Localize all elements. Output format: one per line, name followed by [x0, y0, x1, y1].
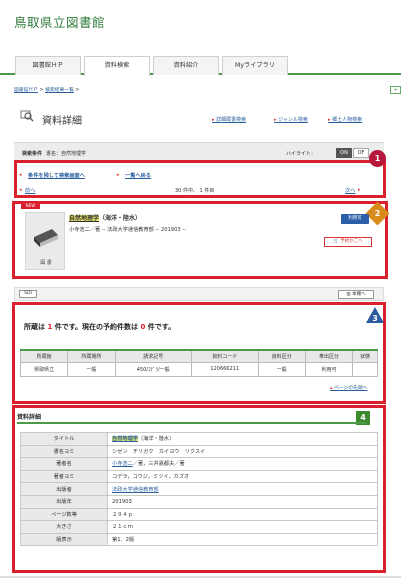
col-category: 資料区分: [257, 349, 306, 363]
detail-row-size: 大きさ ２１ｃｍ: [20, 520, 378, 534]
back-with-conditions-link[interactable]: 条件を残して検索画面へ: [28, 172, 85, 179]
breadcrumb-home[interactable]: 図書館ＨＰ: [14, 88, 38, 93]
title-link[interactable]: 自然地理学: [112, 436, 138, 443]
badge-1: 1: [369, 150, 386, 167]
condition-label: 検索条件: [22, 151, 43, 157]
holdings-summary: 所蔵は 1 件です。現在の予約件数は 0 件です。: [24, 323, 176, 331]
col-code: 資料コード: [190, 349, 259, 363]
search-condition-bar: 検索条件 書名：自然地理学 ハイライト： ON OF: [14, 142, 384, 162]
svg-text:3: 3: [372, 314, 378, 323]
expand-button[interactable]: +: [390, 86, 401, 94]
item-subline: 小寺浩二／著 -- 法政大学通信教育部 -- 201903 --: [69, 227, 187, 233]
detail-row-edition: 版表示 第1．2版: [20, 532, 378, 547]
media-type-label: 図 書: [40, 260, 52, 266]
col-status: 状態: [352, 349, 378, 363]
result-count: 30 件中、 1 件目: [175, 188, 215, 194]
main-tabs: 図書館ＨＰ 資料検索 資料紹介 Myライブラリ: [0, 55, 401, 76]
search-icon: [20, 110, 34, 122]
add-to-cart-button[interactable]: 🛒 予約かごへ: [324, 237, 372, 247]
holdings-table: 所蔵館 所蔵場所 請求記号 資料コード 資料区分 帯出区分 状態 県取県立 一般…: [19, 349, 378, 377]
detail-row-publisher: 出版者 法政大学通信教育部: [20, 482, 378, 496]
tab-my-library[interactable]: Myライブラリ: [222, 56, 288, 75]
sdi-button[interactable]: SDI: [19, 290, 37, 298]
detail-header: 資料詳細 詳細蔵書検索 ジャンル検索 郷土人物検索: [14, 107, 384, 131]
genre-search-link[interactable]: ジャンル検索: [274, 116, 308, 123]
page-top-link[interactable]: ▴ ページの先頭へ: [330, 384, 367, 391]
condition-value: 書名：自然地理学: [46, 151, 87, 157]
col-library: 所蔵館: [19, 349, 69, 363]
badge-2: 2: [365, 201, 390, 226]
new-tag: NEW: [21, 202, 40, 209]
sdi-row: SDI ▥ 本棚へ: [14, 287, 384, 301]
highlight-off-button[interactable]: OF: [353, 148, 369, 158]
arrow-left-icon: ◂: [116, 172, 119, 178]
next-link[interactable]: 次へ: [345, 187, 355, 194]
details-heading: 資料詳細: [17, 412, 367, 424]
arrow-left-icon: ◂: [19, 172, 22, 178]
detail-row-reading: 書名ヨミ シゼン チリガク カイヨウ リクスイ: [20, 444, 378, 459]
tab-introduction[interactable]: 資料紹介: [153, 56, 219, 75]
arrow-right-icon: ▸: [358, 187, 361, 193]
tab-search[interactable]: 資料検索: [84, 56, 150, 76]
breadcrumb-results[interactable]: 検索結果一覧: [45, 88, 74, 93]
prev-link[interactable]: 前へ: [25, 187, 35, 194]
back-to-list-link[interactable]: 一覧へ戻る: [125, 172, 151, 179]
col-call-number: 請求記号: [114, 349, 192, 363]
highlight-on-button[interactable]: ON: [336, 148, 352, 158]
divider: [0, 576, 401, 578]
detail-row-author-reading: 著者ヨミ コデラ，コウジ，ミツイ，カズオ: [20, 469, 378, 484]
detail-row-pages: ページ数等 ２９４ｐ: [20, 507, 378, 522]
item-title[interactable]: 自然地理学（海洋・陸水）: [69, 213, 141, 222]
badge-3: 3: [366, 307, 384, 323]
availability-badge: 利用可: [341, 214, 369, 224]
details-table: タイトル 自然地理学（海洋・陸水） 書名ヨミ シゼン チリガク カイヨウ リクスイ …: [20, 432, 378, 547]
local-person-search-link[interactable]: 郷土人物検索: [328, 116, 362, 123]
publisher-link[interactable]: 法政大学通信教育部: [112, 487, 159, 493]
library-title[interactable]: 鳥取県立図書館: [14, 12, 105, 31]
breadcrumb: 図書館ＨＰ > 検索結果一覧 >: [14, 88, 80, 93]
table-row: 県取県立 一般 450/ｺﾃﾞﾗ/一般 120666211 一般 利用可: [19, 361, 378, 377]
detail-row-title: タイトル 自然地理学（海洋・陸水）: [20, 432, 378, 446]
highlight-label: ハイライト：: [286, 151, 316, 157]
author-link[interactable]: 小寺浩二: [112, 461, 133, 467]
advanced-search-link[interactable]: 詳細蔵書検索: [212, 116, 246, 123]
col-loan: 帯出区分: [304, 349, 354, 363]
tab-library-hp[interactable]: 図書館ＨＰ: [15, 56, 81, 75]
arrow-left-icon: ◂: [19, 187, 22, 193]
media-thumbnail[interactable]: 図 書: [25, 212, 65, 270]
detail-row-year: 出版年 201903: [20, 494, 378, 509]
page-title: 資料詳細: [42, 116, 82, 127]
book-icon: [34, 229, 58, 247]
bookshelf-button[interactable]: ▥ 本棚へ: [338, 290, 374, 299]
col-location: 所蔵場所: [67, 349, 116, 363]
detail-row-author: 著者名 小寺浩二／著，三井嘉都夫／著: [20, 457, 378, 471]
